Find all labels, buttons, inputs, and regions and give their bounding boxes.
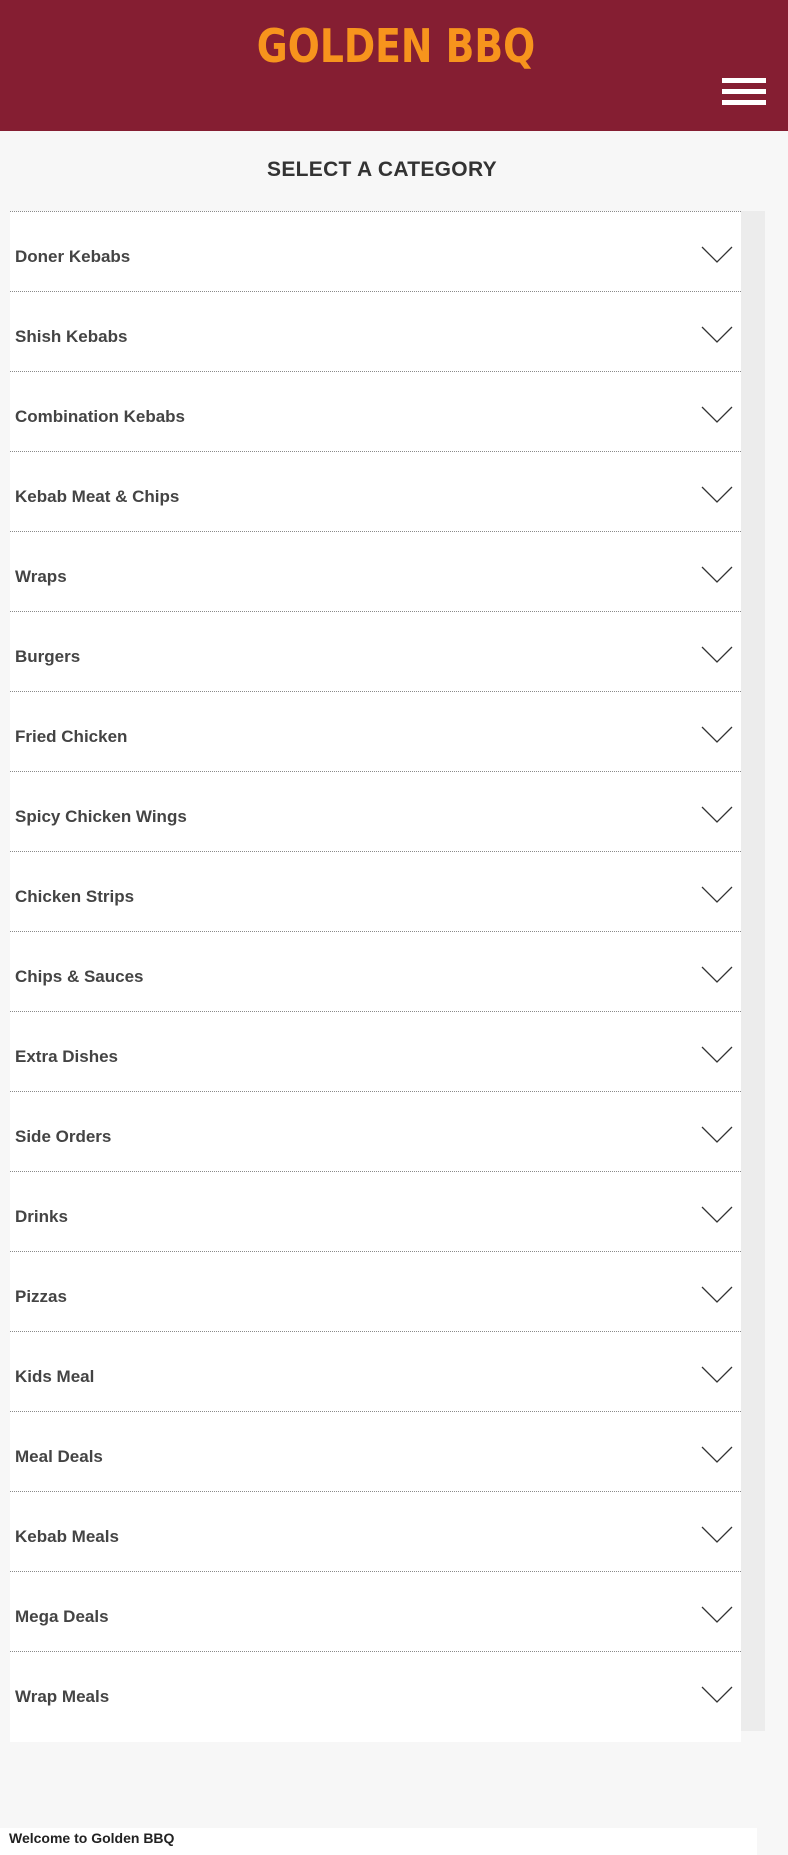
category-item[interactable]: Fried Chicken: [10, 692, 741, 772]
chevron-down-icon[interactable]: [701, 646, 733, 664]
chevron-down-icon[interactable]: [701, 1686, 733, 1704]
chevron-down-icon[interactable]: [701, 1606, 733, 1624]
chevron-down-icon[interactable]: [701, 246, 733, 264]
scrollbar-track[interactable]: [741, 211, 765, 1731]
category-label: Side Orders: [15, 1127, 112, 1146]
category-label: Drinks: [15, 1207, 68, 1226]
menu-bar: [722, 100, 766, 105]
category-item[interactable]: Kebab Meals: [10, 1492, 741, 1572]
category-item[interactable]: Meal Deals: [10, 1412, 741, 1492]
category-item[interactable]: Wraps: [10, 532, 741, 612]
chevron-down-icon[interactable]: [701, 886, 733, 904]
chevron-down-icon[interactable]: [701, 1046, 733, 1064]
category-item[interactable]: Combination Kebabs: [10, 372, 741, 452]
category-item[interactable]: Burgers: [10, 612, 741, 692]
category-label: Combination Kebabs: [15, 407, 186, 426]
site-logo[interactable]: GOLDEN BBQ: [71, 18, 720, 74]
category-item[interactable]: Drinks: [10, 1172, 741, 1252]
category-list: Doner Kebabs Shish Kebabs Combination Keba…: [10, 211, 741, 1742]
category-item[interactable]: Mega Deals: [10, 1572, 741, 1652]
category-label: Wrap Meals: [15, 1687, 110, 1706]
chevron-down-icon[interactable]: [701, 1206, 733, 1224]
category-item[interactable]: Shish Kebabs: [10, 292, 741, 372]
chevron-down-icon[interactable]: [701, 1526, 733, 1544]
section-title: SELECT A CATEGORY: [267, 158, 497, 181]
menu-bar: [722, 78, 766, 83]
category-label: Mega Deals: [15, 1607, 109, 1626]
category-label: Meal Deals: [15, 1447, 103, 1466]
category-label: Kids Meal: [15, 1367, 95, 1386]
category-label: Fried Chicken: [15, 727, 128, 746]
chevron-down-icon[interactable]: [701, 486, 733, 504]
chevron-down-icon[interactable]: [701, 1126, 733, 1144]
chevron-down-icon[interactable]: [701, 406, 733, 424]
category-label: Shish Kebabs: [15, 327, 128, 346]
chevron-down-icon[interactable]: [701, 566, 733, 584]
category-label: Wraps: [15, 567, 67, 586]
hamburger-menu-icon[interactable]: [722, 78, 766, 110]
category-label: Chips & Sauces: [15, 967, 144, 986]
category-item[interactable]: Kebab Meat & Chips: [10, 452, 741, 532]
chevron-down-icon[interactable]: [701, 966, 733, 984]
category-label: Kebab Meat & Chips: [15, 487, 180, 506]
category-item[interactable]: Kids Meal: [10, 1332, 741, 1412]
menu-bar: [722, 89, 766, 94]
chevron-down-icon[interactable]: [701, 1446, 733, 1464]
category-item[interactable]: Chips & Sauces: [10, 932, 741, 1012]
category-label: Spicy Chicken Wings: [15, 807, 187, 826]
chevron-down-icon[interactable]: [701, 1286, 733, 1304]
chevron-down-icon[interactable]: [701, 1366, 733, 1384]
category-label: Kebab Meals: [15, 1527, 119, 1546]
category-label: Burgers: [15, 647, 81, 666]
category-item[interactable]: Wrap Meals: [10, 1652, 741, 1732]
category-item[interactable]: Spicy Chicken Wings: [10, 772, 741, 852]
category-item[interactable]: Doner Kebabs: [10, 212, 741, 292]
category-label: Pizzas: [15, 1287, 67, 1306]
chevron-down-icon[interactable]: [701, 806, 733, 824]
chevron-down-icon[interactable]: [701, 726, 733, 744]
chevron-down-icon[interactable]: [701, 326, 733, 344]
category-item[interactable]: Pizzas: [10, 1252, 741, 1332]
category-item[interactable]: Extra Dishes: [10, 1012, 741, 1092]
category-label: Chicken Strips: [15, 887, 135, 906]
category-label: Doner Kebabs: [15, 247, 131, 266]
welcome-heading: Welcome to Golden BBQ: [9, 1830, 175, 1846]
category-item[interactable]: Side Orders: [10, 1092, 741, 1172]
site-header: GOLDEN BBQ: [0, 0, 788, 131]
category-item[interactable]: Chicken Strips: [10, 852, 741, 932]
category-label: Extra Dishes: [15, 1047, 118, 1066]
